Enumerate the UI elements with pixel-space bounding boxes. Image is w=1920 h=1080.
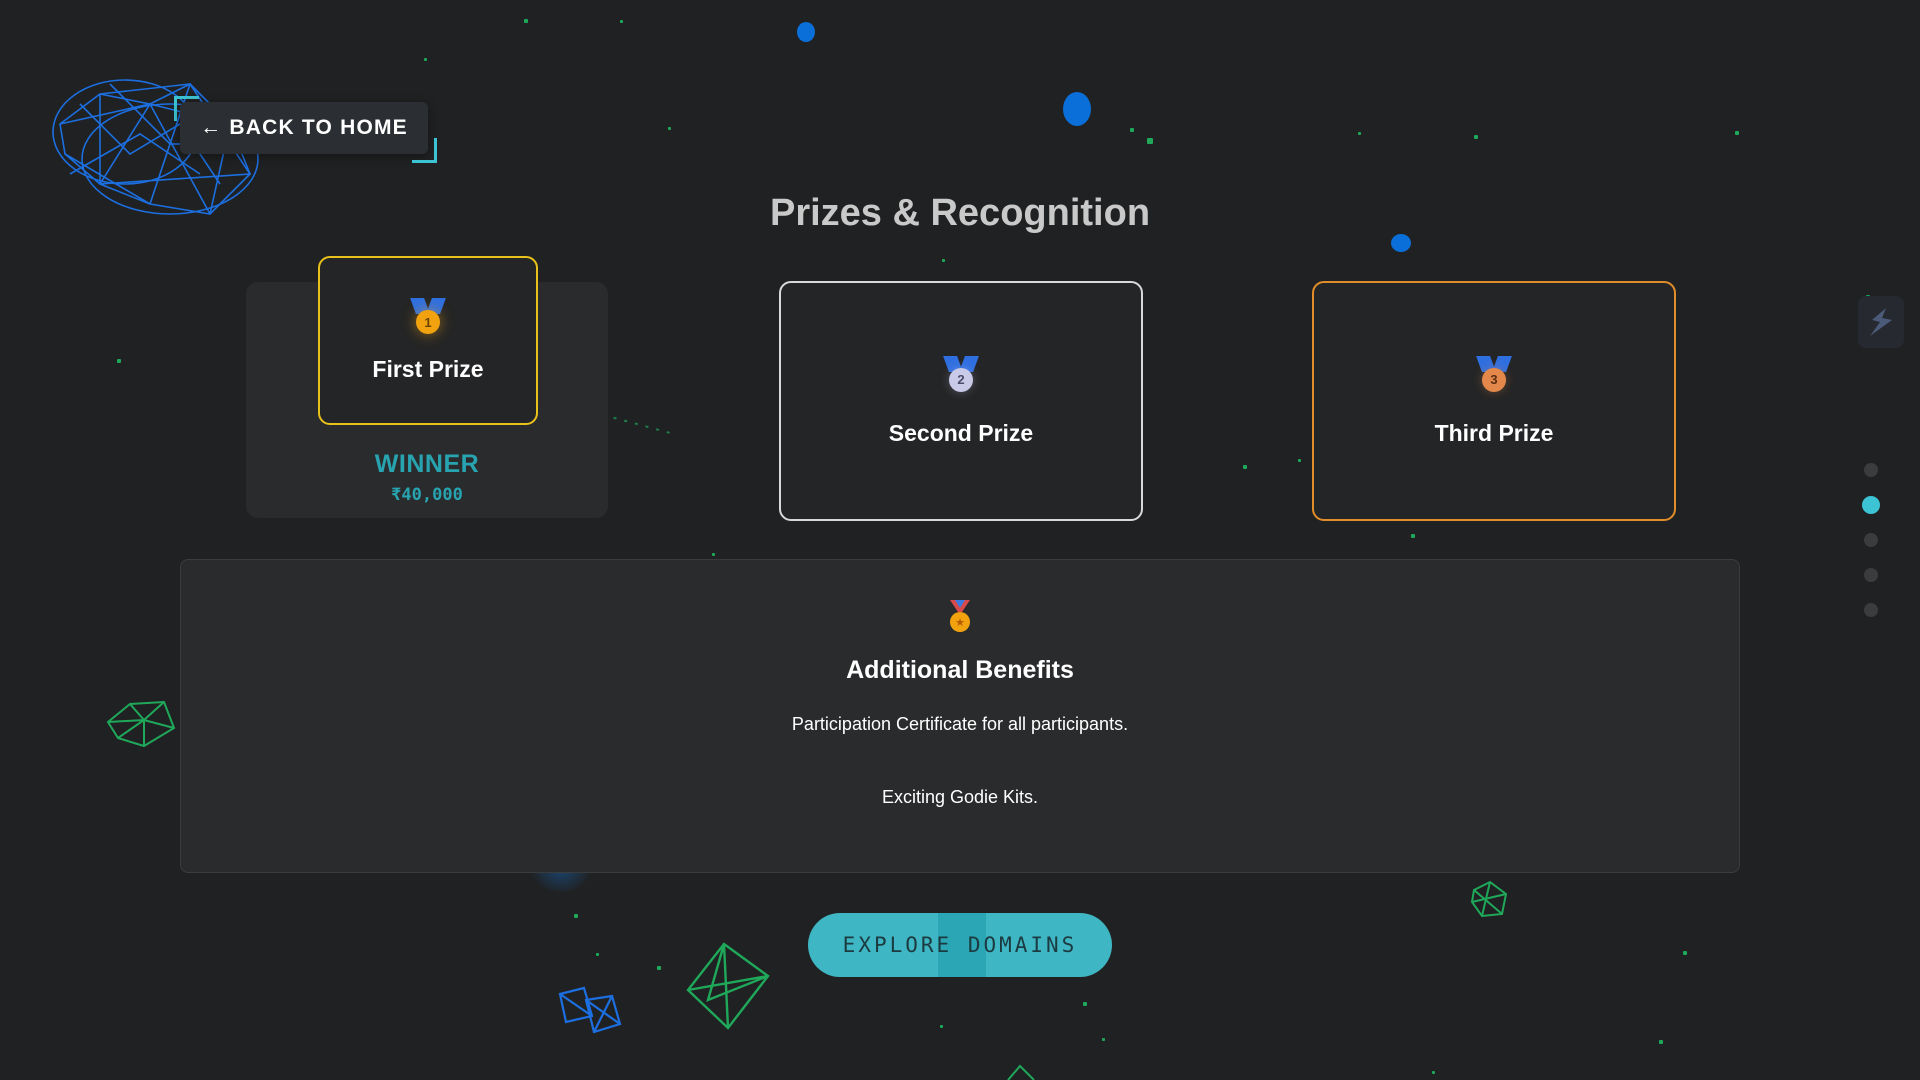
svg-text:★: ★ bbox=[955, 616, 965, 629]
medal-number: 2 bbox=[949, 367, 973, 392]
star-dot bbox=[1659, 1040, 1663, 1044]
benefit-item: Exciting Godie Kits. bbox=[881, 787, 1039, 807]
star-dot bbox=[1243, 465, 1247, 469]
section-nav-dot[interactable] bbox=[1864, 568, 1878, 582]
star-dot bbox=[620, 20, 623, 23]
star-dot bbox=[596, 953, 599, 956]
star-dot bbox=[574, 914, 578, 918]
star-dot bbox=[424, 58, 427, 61]
benefits-title: Additional Benefits bbox=[846, 656, 1074, 684]
star-dot bbox=[657, 966, 661, 970]
star-dot bbox=[712, 553, 715, 556]
particle-blob bbox=[797, 22, 815, 42]
back-to-home-label: ← BACK TO HOME bbox=[200, 116, 408, 139]
star-dot bbox=[1130, 128, 1134, 132]
star-dot bbox=[940, 1025, 943, 1028]
prize-amount: ₹40,000 bbox=[391, 485, 463, 505]
winner-label: WINNER bbox=[374, 450, 480, 478]
star-dot bbox=[1298, 459, 1301, 462]
section-nav-dot[interactable] bbox=[1864, 533, 1878, 547]
star-dot bbox=[524, 19, 528, 23]
star-dot bbox=[1147, 138, 1153, 144]
section-nav-dot-active[interactable] bbox=[1862, 496, 1880, 514]
wireframe-shard-icon bbox=[1007, 1064, 1035, 1080]
wireframe-boxes-icon bbox=[558, 986, 622, 1034]
gold-medal-icon: 1 bbox=[410, 298, 446, 344]
explore-domains-button[interactable]: EXPLORE DOMAINS bbox=[808, 913, 1112, 977]
star-dot bbox=[1683, 951, 1687, 955]
bronze-medal-icon: 3 bbox=[1476, 355, 1512, 402]
star-dot bbox=[1411, 534, 1415, 538]
section-nav-dot[interactable] bbox=[1864, 463, 1878, 477]
star-dot bbox=[1358, 132, 1361, 135]
wireframe-crystal-icon bbox=[1470, 880, 1508, 918]
medal-number: 3 bbox=[1482, 367, 1506, 392]
star-dot bbox=[117, 359, 121, 363]
prize-label: Second Prize bbox=[888, 419, 1034, 446]
star-dot bbox=[1102, 1038, 1105, 1041]
brand-logo-icon[interactable] bbox=[1858, 296, 1904, 348]
particle-blob bbox=[1391, 234, 1411, 252]
prize-label: Third Prize bbox=[1434, 419, 1554, 446]
benefit-item: Participation Certificate for all partic… bbox=[791, 714, 1129, 734]
back-to-home-button[interactable]: ← BACK TO HOME bbox=[180, 102, 428, 154]
silver-medal-icon: 2 bbox=[943, 355, 979, 402]
prize-label: First Prize bbox=[372, 356, 484, 382]
second-prize-card[interactable]: 2 Second Prize bbox=[779, 281, 1143, 521]
wireframe-cube-icon bbox=[686, 942, 770, 1030]
section-nav-dot[interactable] bbox=[1864, 603, 1878, 617]
first-prize-card[interactable]: 1 First Prize bbox=[318, 256, 538, 425]
sports-medal-icon: ★ bbox=[950, 600, 970, 632]
star-dot bbox=[668, 127, 671, 130]
particle-blob bbox=[1063, 92, 1091, 126]
star-dot bbox=[1432, 1071, 1435, 1074]
star-dot bbox=[1474, 135, 1478, 139]
third-prize-card[interactable]: 3 Third Prize bbox=[1312, 281, 1676, 521]
star-dot bbox=[1735, 131, 1739, 135]
back-button-corner-accent bbox=[412, 138, 437, 163]
explore-domains-label: EXPLORE DOMAINS bbox=[842, 933, 1078, 957]
page-title: Prizes & Recognition bbox=[769, 192, 1151, 234]
medal-number: 1 bbox=[416, 310, 440, 334]
star-dot bbox=[1083, 1002, 1087, 1006]
star-dot bbox=[942, 259, 945, 262]
